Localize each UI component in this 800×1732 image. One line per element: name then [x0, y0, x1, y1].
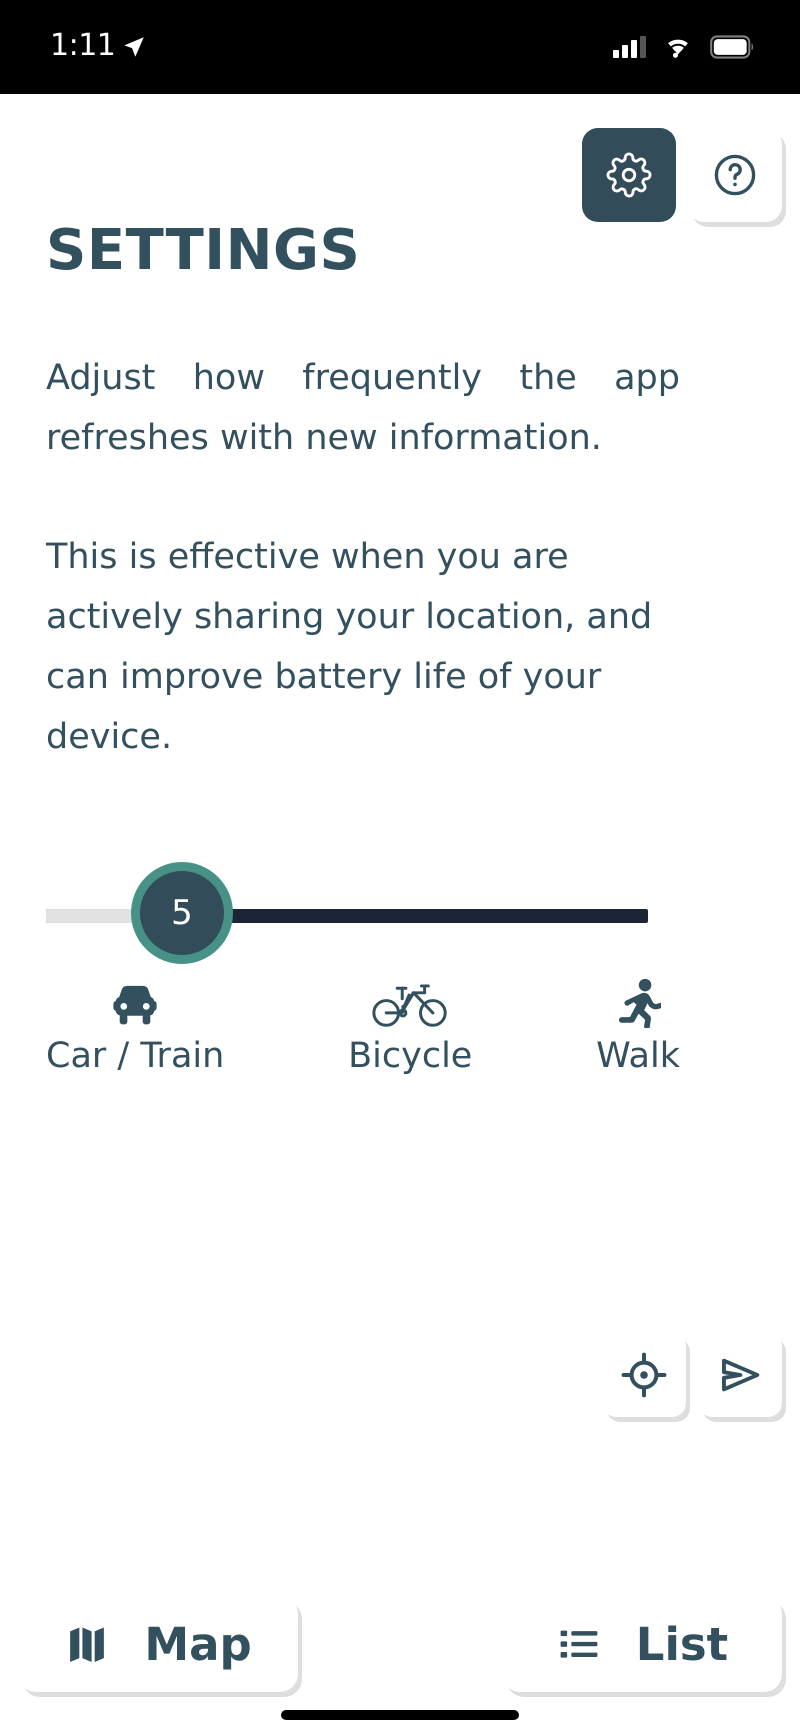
- floating-action-buttons: [602, 1333, 782, 1417]
- car-icon: [108, 978, 162, 1028]
- battery-icon: [710, 35, 753, 59]
- mode-walk[interactable]: Walk: [596, 978, 680, 1076]
- bicycle-icon: [371, 978, 449, 1028]
- tab-label: List: [635, 1617, 729, 1671]
- home-indicator: [281, 1710, 519, 1720]
- send-arrow-icon: [722, 1358, 760, 1392]
- mode-bicycle[interactable]: Bicycle: [348, 978, 472, 1076]
- mode-label: Bicycle: [348, 1036, 473, 1076]
- status-time: 1:11: [50, 28, 116, 63]
- wifi-icon: [668, 39, 688, 58]
- tab-label: Map: [144, 1617, 252, 1671]
- tab-map[interactable]: Map: [18, 1596, 298, 1692]
- slider-thumb[interactable]: 5: [131, 862, 233, 964]
- location-arrow-icon: [124, 37, 145, 57]
- gear-icon: [606, 152, 652, 198]
- status-bar-right: [613, 35, 754, 59]
- help-button[interactable]: [688, 128, 782, 222]
- crosshair-target-icon: [621, 1352, 667, 1398]
- folded-map-icon: [70, 1627, 105, 1663]
- walking-person-icon: [615, 978, 662, 1028]
- tab-list[interactable]: List: [502, 1596, 782, 1692]
- mode-label: Walk: [596, 1036, 680, 1076]
- bottom-navigation: Map List: [0, 1596, 800, 1692]
- bullet-list-icon: [560, 1630, 598, 1658]
- settings-screen: 1:11 SETTINGS Adjust how frequently the …: [0, 0, 800, 1732]
- settings-button[interactable]: [582, 128, 676, 222]
- refresh-interval-slider[interactable]: 5: [46, 862, 648, 972]
- mode-label: Car / Train: [46, 1036, 225, 1076]
- status-bar: 1:11: [0, 0, 800, 94]
- cellular-signal-icon: [613, 36, 646, 58]
- description-paragraph-2: This is effective when you are actively …: [46, 537, 653, 757]
- description-paragraph-1: Adjust how frequently the app refreshes …: [46, 358, 680, 458]
- slider-value: 5: [171, 893, 193, 933]
- share-location-button[interactable]: [698, 1333, 782, 1417]
- transport-mode-legend: Car / Train Bicycle Walk: [46, 978, 680, 1076]
- page-title: SETTINGS: [46, 218, 361, 283]
- settings-description: Adjust how frequently the app refreshes …: [46, 348, 680, 767]
- status-bar-left: 1:11: [50, 31, 147, 63]
- locate-me-button[interactable]: [602, 1333, 686, 1417]
- mode-car-train[interactable]: Car / Train: [46, 978, 224, 1076]
- top-action-buttons: [582, 128, 782, 222]
- question-mark-circle-icon: [714, 154, 756, 196]
